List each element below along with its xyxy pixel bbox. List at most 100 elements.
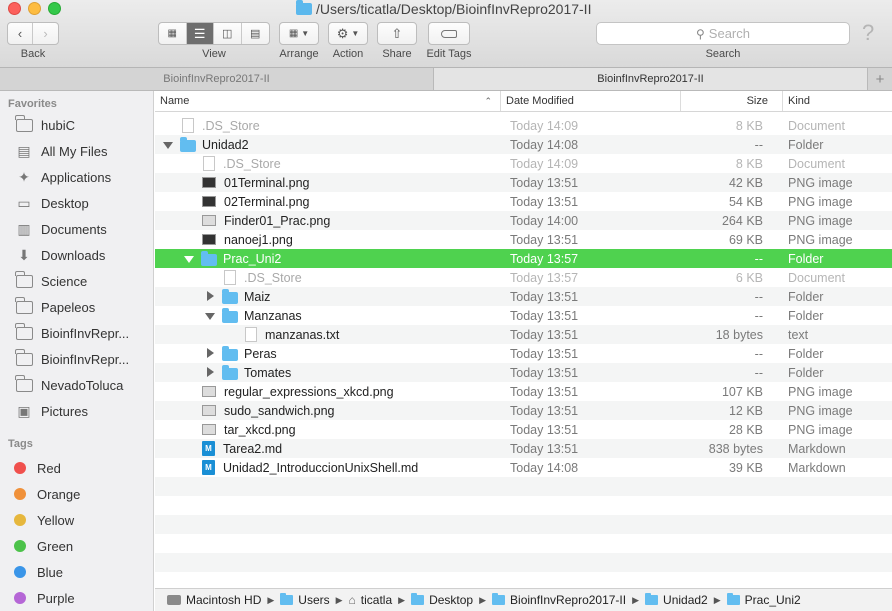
file-date: Today 14:08 [510,460,579,475]
disclosure-triangle-icon[interactable] [183,249,195,268]
sidebar-item[interactable]: NevadoToluca [14,374,123,395]
column-header: Name ⌃ Date Modified Size Kind [155,91,892,112]
disclosure-triangle-icon[interactable] [204,344,216,363]
sidebar-item[interactable]: ▭ Desktop [14,193,88,213]
action-button[interactable]: ⚙ ▼ [328,22,368,45]
kind-column-header[interactable]: Kind [782,91,892,111]
file-row[interactable]: M Tarea2.md Today 13:51 838 bytes Markdown [155,439,892,458]
file-row[interactable]: Unidad2 Today 14:08 -- Folder [155,135,892,154]
file-row[interactable]: .DS_Store Today 14:09 8 KB Document [155,116,892,135]
file-row[interactable]: Finder01_Prac.png Today 14:00 264 KB PNG im… [155,211,892,230]
file-size: -- [754,289,763,304]
list-view-button[interactable]: ☰ [186,23,214,44]
sidebar-item[interactable]: Science [14,270,87,291]
breadcrumb-item[interactable]: Macintosh HD [167,593,261,607]
sidebar-item[interactable]: BioinfInvRepr... [14,322,129,343]
sidebar-item[interactable]: hubiC [14,114,75,135]
zoom-window-button[interactable] [48,2,61,15]
file-size: 69 KB [728,232,763,247]
sidebar-tag[interactable]: Red [8,458,61,478]
file-name: Maiz [244,289,271,304]
file-row[interactable]: Maiz Today 13:51 -- Folder [155,287,892,306]
file-kind: Document [788,118,845,133]
folder-icon [14,296,34,315]
breadcrumb-label: Desktop [429,593,474,607]
back-button[interactable]: ‹ [8,23,34,44]
help-button[interactable]: ? [862,20,874,46]
share-button[interactable]: ⇧ [377,22,417,45]
file-row[interactable]: tar_xkcd.png Today 13:51 28 KB PNG image [155,420,892,439]
breadcrumb-item[interactable]: Prac_Uni2 [726,593,801,607]
disclosure-triangle-icon[interactable] [204,287,216,306]
document-icon [182,118,194,133]
tab-1[interactable]: BioinfInvRepro2017-II [0,68,434,90]
sidebar-item[interactable]: ▤ All My Files [14,141,107,161]
file-name-cell: .DS_Store [162,116,502,135]
file-row[interactable]: 01Terminal.png Today 13:51 42 KB PNG image [155,173,892,192]
name-column-header[interactable]: Name ⌃ [155,91,500,111]
file-row[interactable]: Prac_Uni2 Today 13:57 -- Folder [155,249,892,268]
cover-flow-button[interactable]: ▤ [242,23,269,44]
edit-tags-button[interactable] [428,22,470,45]
disclosure-triangle-icon[interactable] [204,306,216,325]
disclosure-triangle-icon[interactable] [204,363,216,382]
file-row[interactable]: nanoej1.png Today 13:51 69 KB PNG image [155,230,892,249]
arrange-button[interactable]: ▦ ▼ [279,22,319,45]
file-row[interactable]: Manzanas Today 13:51 -- Folder [155,306,892,325]
file-row[interactable]: sudo_sandwich.png Today 13:51 12 KB PNG ima… [155,401,892,420]
sidebar-item-label: hubiC [41,117,75,133]
file-row[interactable]: 02Terminal.png Today 13:51 54 KB PNG image [155,192,892,211]
file-row[interactable]: Peras Today 13:51 -- Folder [155,344,892,363]
date-column-header[interactable]: Date Modified [500,91,680,111]
breadcrumb-item[interactable]: Users [280,593,330,607]
tab-2[interactable]: BioinfInvRepro2017-II [434,68,868,90]
sidebar-tag[interactable]: Green [8,536,73,556]
file-row[interactable]: manzanas.txt Today 13:51 18 bytes text [155,325,892,344]
breadcrumb-label: ticatla [360,593,393,607]
file-row[interactable]: .DS_Store Today 14:09 8 KB Document [155,154,892,173]
file-size: -- [754,251,763,266]
breadcrumb-item[interactable]: BioinfInvRepro2017-II [492,593,626,607]
sidebar-item[interactable]: BioinfInvRepr... [14,348,130,369]
forward-button[interactable]: › [33,23,58,44]
sidebar-item[interactable]: ✦ Applications [14,167,111,187]
file-date: Today 13:51 [510,289,579,304]
size-column-header[interactable]: Size [680,91,782,111]
file-name-cell: M Unidad2_IntroduccionUnixShell.md [183,458,502,477]
breadcrumb-item[interactable]: Desktop [411,593,473,607]
sidebar-tag[interactable]: Purple [8,588,75,608]
sidebar-item-label: BioinfInvRepr... [41,351,130,367]
folder-icon [14,114,34,133]
add-tab-button[interactable]: + [868,68,892,90]
arrange-icon: ▦ [288,28,299,39]
breadcrumb-item[interactable]: ⌂ ticatla [349,593,393,607]
disclosure-triangle-icon[interactable] [162,135,174,154]
sidebar-item[interactable]: Papeleos [14,296,95,317]
file-size: 42 KB [728,175,763,190]
minimize-window-button[interactable] [28,2,41,15]
close-window-button[interactable] [8,2,21,15]
chevron-left-icon: ‹ [17,26,23,41]
breadcrumb-item[interactable]: Unidad2 [645,593,708,607]
icon-view-button[interactable]: ▦ [159,23,187,44]
folder-icon [14,270,34,289]
file-row[interactable]: .DS_Store Today 13:57 6 KB Document [155,268,892,287]
sidebar-item[interactable]: ▣ Pictures [14,401,88,421]
sidebar-item[interactable]: ⬇ Downloads [14,245,105,265]
search-field[interactable]: ⚲ Search [596,22,850,45]
document-icon [203,156,215,171]
file-row[interactable]: Tomates Today 13:51 -- Folder [155,363,892,382]
sidebar-item-label: Documents [41,221,107,237]
file-row[interactable]: M Unidad2_IntroduccionUnixShell.md Today 1… [155,458,892,477]
file-date: Today 13:51 [510,327,579,342]
file-row[interactable]: regular_expressions_xkcd.png Today 13:51 1… [155,382,892,401]
sidebar-tag[interactable]: Yellow [8,510,74,530]
sidebar-tag[interactable]: Blue [8,562,63,582]
sidebar-item[interactable]: ▥ Documents [14,219,107,239]
column-view-button[interactable]: ◫ [214,23,242,44]
file-name: Finder01_Prac.png [224,213,331,228]
chevron-down-icon: ▼ [301,29,310,38]
sidebar-tag[interactable]: Orange [8,484,80,504]
